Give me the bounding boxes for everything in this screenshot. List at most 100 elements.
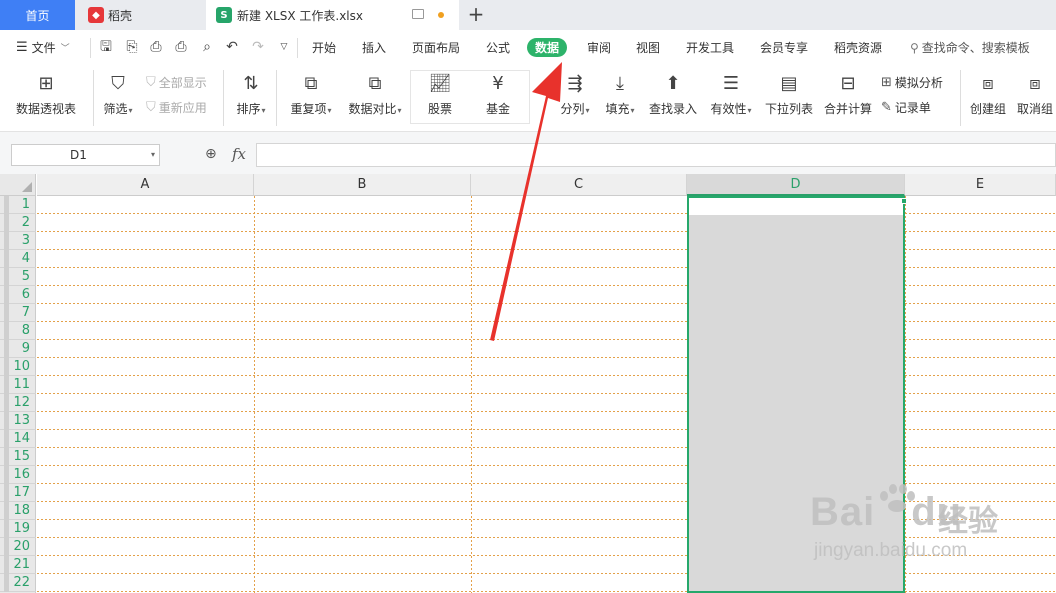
row-header[interactable]: 13 bbox=[0, 412, 36, 430]
select-all-corner[interactable] bbox=[0, 174, 36, 196]
reapply-button[interactable]: ⛉ 重新应用 bbox=[146, 99, 207, 116]
funnel-icon: ⛉ bbox=[111, 73, 125, 94]
lookup-entry-button[interactable]: ⬆ 查找录入 bbox=[647, 72, 699, 117]
consolidate-button[interactable]: ⊟ 合并计算 bbox=[822, 72, 874, 117]
show-all-button[interactable]: ⛉ 全部显示 bbox=[146, 74, 207, 91]
fill-handle[interactable] bbox=[901, 198, 907, 204]
pivot-table-icon: ⊞ bbox=[38, 73, 54, 94]
duplicates-button[interactable]: ⧉ 重复项 bbox=[285, 72, 337, 117]
pivot-table-button[interactable]: ⊞ 数据透视表 bbox=[15, 72, 77, 117]
row-header[interactable]: 6 bbox=[0, 286, 36, 304]
tab-home[interactable]: 首页 bbox=[0, 0, 75, 30]
row-header[interactable]: 19 bbox=[0, 520, 36, 538]
row-header[interactable]: 17 bbox=[0, 484, 36, 502]
row-header-strip bbox=[4, 502, 9, 520]
tab-daoke[interactable]: ◆ 稻壳 bbox=[78, 0, 204, 30]
trend-chart-icon: 📈︎ bbox=[428, 73, 452, 94]
row-header[interactable]: 21 bbox=[0, 556, 36, 574]
redo-icon[interactable]: ↷ bbox=[250, 39, 266, 55]
name-box[interactable]: D1 ▾ bbox=[11, 144, 160, 166]
tab-developer[interactable]: 开发工具 bbox=[686, 39, 734, 56]
command-search[interactable]: ⚲ 查找命令、搜索模板 bbox=[910, 39, 1030, 56]
validity-button[interactable]: ☰ 有效性 bbox=[706, 72, 756, 117]
tab-document[interactable]: S 新建 XLSX 工作表.xlsx bbox=[206, 0, 459, 30]
customize-toolbar-icon[interactable]: ▽ bbox=[276, 39, 292, 55]
row-header[interactable]: 2 bbox=[0, 214, 36, 232]
tab-view[interactable]: 视图 bbox=[636, 39, 660, 56]
print-preview-icon[interactable]: ⎙ bbox=[173, 39, 189, 55]
undo-icon[interactable]: ↶ bbox=[224, 39, 240, 55]
row-header[interactable]: 5 bbox=[0, 268, 36, 286]
sort-button[interactable]: ⇅ 排序 bbox=[232, 72, 270, 117]
row-header-strip bbox=[4, 394, 9, 412]
record-form-label: 记录单 bbox=[894, 101, 931, 115]
find-icon[interactable]: ⌕ bbox=[199, 39, 215, 55]
print-icon[interactable]: ⎙ bbox=[148, 39, 164, 55]
row-header[interactable]: 1 bbox=[0, 196, 36, 214]
file-menu-button[interactable]: ☰ 文件 ﹀ bbox=[16, 39, 70, 56]
sort-label: 排序 bbox=[236, 102, 265, 116]
simulation-analysis-button[interactable]: ⊞ 模拟分析 bbox=[881, 74, 943, 91]
tab-start[interactable]: 开始 bbox=[312, 39, 336, 56]
duplicates-icon: ⧉ bbox=[304, 73, 318, 94]
row-header[interactable]: 3 bbox=[0, 232, 36, 250]
tab-home-label: 首页 bbox=[25, 8, 50, 23]
row-header[interactable]: 18 bbox=[0, 502, 36, 520]
data-compare-button[interactable]: ⧉ 数据对比 bbox=[344, 72, 406, 117]
zoom-icon[interactable]: ⊕ bbox=[205, 146, 217, 162]
tab-member[interactable]: 会员专享 bbox=[760, 39, 808, 56]
column-header-d[interactable]: D bbox=[687, 174, 905, 196]
row-header[interactable]: 11 bbox=[0, 376, 36, 394]
ungroup-button[interactable]: ⧈ 取消组 bbox=[1015, 72, 1055, 117]
funnel-clear-icon: ⛉ bbox=[146, 75, 156, 90]
unsaved-dot-icon bbox=[438, 12, 444, 18]
formula-input[interactable] bbox=[256, 143, 1056, 167]
hamburger-icon: ☰ bbox=[16, 40, 28, 55]
tab-formulas[interactable]: 公式 bbox=[486, 39, 510, 56]
row-header[interactable]: 7 bbox=[0, 304, 36, 322]
column-header-c[interactable]: C bbox=[471, 174, 687, 196]
split-column-button[interactable]: ⇶ 分列 bbox=[557, 72, 593, 117]
row-header[interactable]: 8 bbox=[0, 322, 36, 340]
row-header[interactable]: 22 bbox=[0, 574, 36, 592]
validity-label: 有效性 bbox=[710, 102, 751, 116]
column-header-a[interactable]: A bbox=[37, 174, 254, 196]
column-header-b[interactable]: B bbox=[254, 174, 471, 196]
record-form-button[interactable]: ✎ 记录单 bbox=[881, 99, 931, 116]
new-tab-button[interactable]: + bbox=[466, 2, 486, 26]
export-icon[interactable]: ⎘ bbox=[124, 39, 140, 55]
active-cell-d1[interactable] bbox=[689, 198, 903, 215]
tab-review[interactable]: 审阅 bbox=[587, 39, 611, 56]
ungroup-icon: ⧈ bbox=[1029, 73, 1041, 94]
consolidate-icon: ⊟ bbox=[840, 73, 856, 94]
row-header[interactable]: 16 bbox=[0, 466, 36, 484]
menu-row: ☰ 文件 ﹀ 🖫 ⎘ ⎙ ⎙ ⌕ ↶ ↷ ▽ 开始 插入 页面布局 公式 数据 … bbox=[0, 30, 1056, 66]
chevron-down-icon[interactable]: ▾ bbox=[151, 145, 155, 165]
dropdown-list-button[interactable]: ▤ 下拉列表 bbox=[763, 72, 815, 117]
column-header-e[interactable]: E bbox=[905, 174, 1056, 196]
row-header[interactable]: 20 bbox=[0, 538, 36, 556]
create-group-button[interactable]: ⧈ 创建组 bbox=[968, 72, 1008, 117]
stock-button[interactable]: 📈︎ 股票 bbox=[420, 72, 460, 117]
row-header[interactable]: 4 bbox=[0, 250, 36, 268]
monitor-icon[interactable] bbox=[412, 9, 424, 19]
fill-button[interactable]: ⤓ 填充 bbox=[602, 72, 638, 117]
save-icon[interactable]: 🖫 bbox=[98, 39, 114, 55]
row-header[interactable]: 15 bbox=[0, 448, 36, 466]
row-header-strip bbox=[4, 448, 9, 466]
filter-button[interactable]: ⛉ 筛选 bbox=[100, 72, 136, 117]
row-header-strip bbox=[4, 214, 9, 232]
fund-button[interactable]: ¥ 基金 bbox=[479, 72, 517, 117]
tab-daoke-resources[interactable]: 稻壳资源 bbox=[834, 39, 882, 56]
tab-page-layout[interactable]: 页面布局 bbox=[412, 39, 460, 56]
row-header[interactable]: 10 bbox=[0, 358, 36, 376]
spreadsheet-logo-icon: S bbox=[216, 7, 232, 23]
row-header[interactable]: 12 bbox=[0, 394, 36, 412]
tab-data[interactable]: 数据 bbox=[527, 38, 568, 57]
row-header[interactable]: 9 bbox=[0, 340, 36, 358]
tab-insert[interactable]: 插入 bbox=[362, 39, 386, 56]
insert-function-button[interactable]: fx bbox=[232, 145, 246, 163]
divider bbox=[93, 70, 94, 126]
row-header[interactable]: 14 bbox=[0, 430, 36, 448]
row-header-strip bbox=[4, 250, 9, 268]
